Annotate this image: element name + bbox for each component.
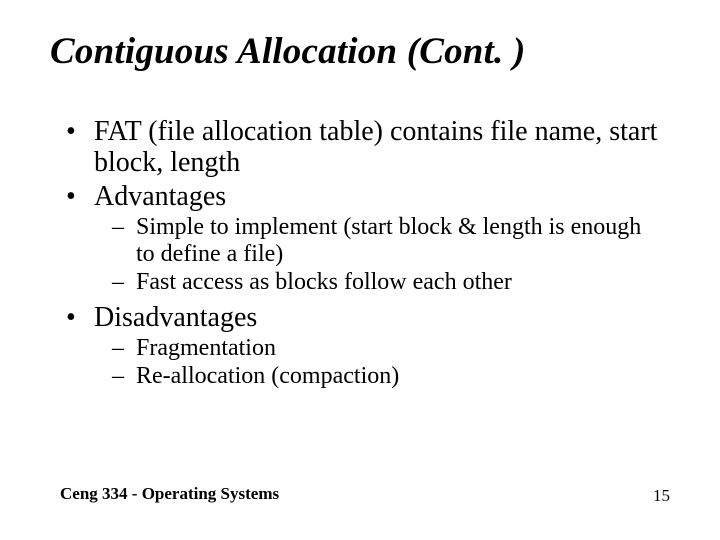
sub-bullet-text: Fragmentation [136,335,276,361]
sub-bullet-text: Simple to implement (start block & lengt… [136,214,641,267]
bullet-text: Disadvantages [94,302,257,333]
bullet-item: FAT (file allocation table) contains fil… [60,116,660,179]
sub-bullet-item: Simple to implement (start block & lengt… [94,214,660,268]
sub-bullet-list: Fragmentation Re-allocation (compaction) [94,335,660,390]
bullet-list: FAT (file allocation table) contains fil… [60,116,660,390]
sub-bullet-item: Fragmentation [94,335,660,362]
bullet-item: Advantages Simple to implement (start bl… [60,181,660,296]
sub-bullet-text: Re-allocation (compaction) [136,363,399,389]
sub-bullet-text: Fast access as blocks follow each other [136,269,512,295]
sub-bullet-item: Re-allocation (compaction) [94,363,660,390]
slide-body: FAT (file allocation table) contains fil… [60,116,660,396]
slide-title: Contiguous Allocation (Cont. ) [50,30,525,73]
sub-bullet-item: Fast access as blocks follow each other [94,269,660,296]
sub-bullet-list: Simple to implement (start block & lengt… [94,214,660,296]
footer-page-number: 15 [653,486,670,506]
slide: Contiguous Allocation (Cont. ) FAT (file… [0,0,720,540]
bullet-text: Advantages [94,181,226,212]
footer-course: Ceng 334 - Operating Systems [60,484,279,504]
bullet-text: FAT (file allocation table) contains fil… [94,116,657,178]
bullet-item: Disadvantages Fragmentation Re-allocatio… [60,302,660,390]
